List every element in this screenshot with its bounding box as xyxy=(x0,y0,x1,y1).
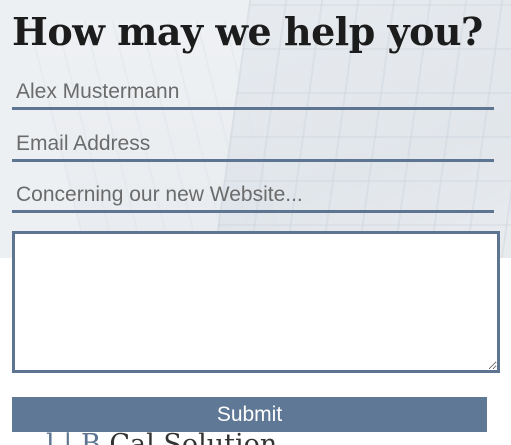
message-textarea[interactable] xyxy=(12,231,500,373)
contact-page: How may we help you? Submit l | B Cal So… xyxy=(0,0,511,445)
footer-company: Cal Solution xyxy=(109,429,278,445)
email-input[interactable] xyxy=(12,129,494,162)
name-input[interactable] xyxy=(12,77,494,110)
subject-input[interactable] xyxy=(12,180,494,213)
submit-button[interactable]: Submit xyxy=(12,397,487,432)
page-title: How may we help you? xyxy=(12,9,483,54)
footer-text: l | B Cal Solution xyxy=(46,430,277,445)
footer-prefix: l | B xyxy=(46,429,101,445)
